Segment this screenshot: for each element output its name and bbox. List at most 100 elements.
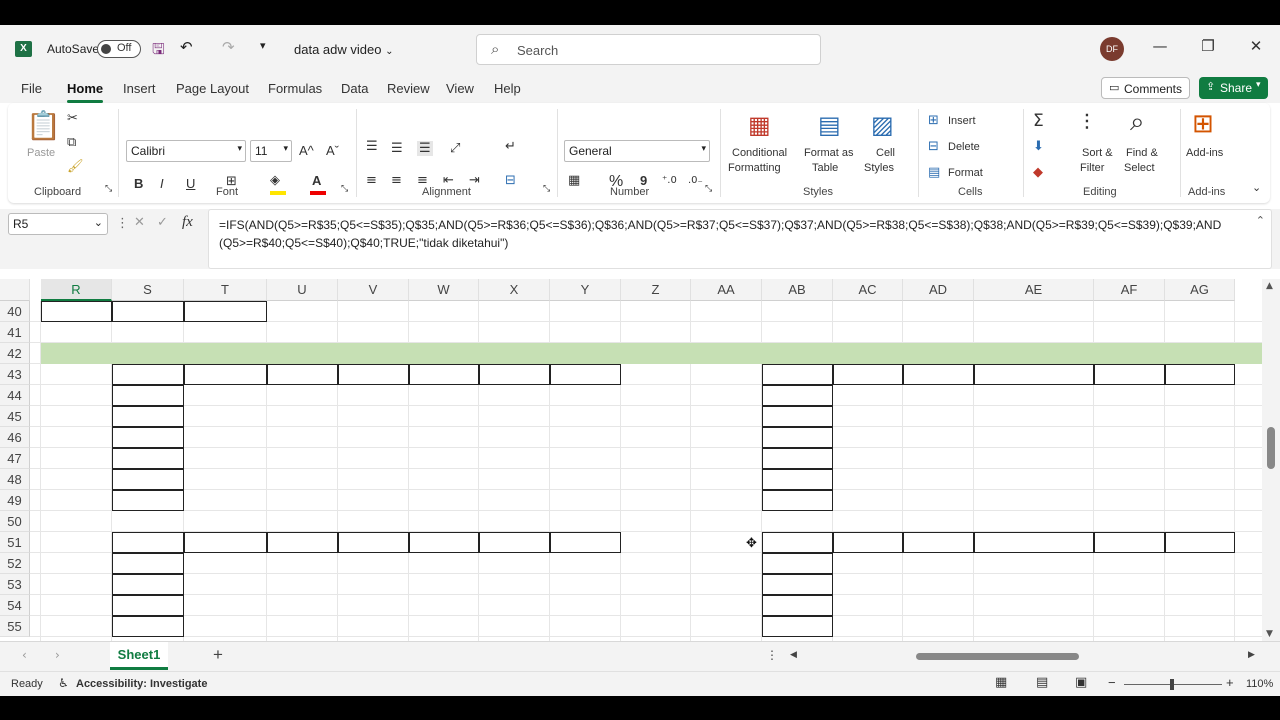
table-cell[interactable] [338,553,409,574]
table-header-cell[interactable] [1165,364,1235,385]
cancel-icon[interactable]: ✕ [134,215,145,230]
table-cell[interactable] [903,448,974,469]
number-format-dropdown[interactable]: General ▾ [564,140,710,162]
find-select-label[interactable]: Find & [1126,147,1158,159]
cell-q40[interactable] [30,301,41,322]
autosave-toggle[interactable]: Off [97,40,141,58]
table-cell[interactable] [833,490,903,511]
table-cell[interactable] [112,448,184,469]
cell-s40[interactable] [112,301,184,322]
table-cell[interactable] [338,469,409,490]
table-header-cell[interactable] [338,364,409,385]
increase-decimal-icon[interactable]: ⁺.0 [662,175,677,186]
table-cell[interactable] [1165,553,1235,574]
column-header-t[interactable]: T [184,279,267,301]
normal-view-icon[interactable]: ▦ [995,675,1007,690]
table-cell[interactable] [338,595,409,616]
cut-icon[interactable]: ✂ [67,111,78,126]
table-header-cell[interactable] [762,364,833,385]
scroll-up-icon[interactable]: ▲ [1266,281,1273,291]
cell-styles-label2[interactable]: Styles [864,162,894,174]
table-cell[interactable] [1165,469,1235,490]
table-cell[interactable] [1094,616,1165,637]
zoom-level[interactable]: 110% [1246,678,1273,690]
next-sheet-icon[interactable]: › [55,648,60,662]
table-cell[interactable] [267,616,338,637]
table-cell[interactable] [479,490,550,511]
table-cell[interactable] [1094,595,1165,616]
table-cell[interactable] [833,595,903,616]
paste-label[interactable]: Paste [27,147,55,159]
table-cell[interactable] [184,469,267,490]
table-header-cell[interactable] [903,532,974,553]
column-header-aa[interactable]: AA [691,279,762,301]
table-header-cell[interactable] [974,532,1094,553]
zoom-in-button[interactable]: + [1226,675,1234,690]
table-cell[interactable] [184,553,267,574]
align-top-icon[interactable]: ☰ [366,139,378,154]
overflow-cell[interactable] [1239,448,1262,469]
table-cell[interactable] [479,616,550,637]
table-cell[interactable] [409,553,479,574]
column-header-z[interactable]: Z [621,279,691,301]
table-cell[interactable] [184,385,267,406]
table-cell[interactable] [184,427,267,448]
column-header-r[interactable]: R [41,279,112,301]
row-header-50[interactable]: 50 [0,511,30,532]
table-cell[interactable] [112,385,184,406]
table-cell[interactable] [112,616,184,637]
worksheet-grid[interactable]: R S T U V W X Y Z AA AB AC AD AE AF AG 40 41 42 43 44 45 46 47 4… [0,279,1262,641]
table-cell[interactable] [1094,469,1165,490]
table-header-cell[interactable] [184,532,267,553]
scroll-down-icon[interactable]: ▼ [1266,629,1273,639]
row-header-40[interactable]: 40 [0,301,30,322]
conditional-formatting-label2[interactable]: Formatting [728,162,781,174]
row-header-41[interactable]: 41 [0,322,30,343]
table-cell[interactable] [409,490,479,511]
table-cell[interactable] [267,469,338,490]
decrease-decimal-icon[interactable]: .0₋ [688,175,703,186]
table-cell[interactable] [409,427,479,448]
table-cell[interactable] [974,490,1094,511]
sort-filter-icon[interactable]: ⫶ [1084,111,1090,136]
format-as-table-label[interactable]: Format as [804,147,854,159]
row-header-53[interactable]: 53 [0,574,30,595]
row-header-46[interactable]: 46 [0,427,30,448]
table-cell[interactable] [833,448,903,469]
table-cell[interactable] [184,574,267,595]
table-cell[interactable] [903,469,974,490]
table-cell[interactable] [833,574,903,595]
sort-filter-label[interactable]: Sort & [1082,147,1113,159]
table-cell[interactable] [762,406,833,427]
orientation-icon[interactable]: ⤢ [450,141,460,156]
tab-home[interactable]: Home [67,81,103,96]
table-cell[interactable] [112,490,184,511]
table-header-cell[interactable] [112,364,184,385]
scroll-left-icon[interactable]: ◀ [790,650,797,660]
collapse-formula-icon[interactable]: ⌃ [1256,214,1265,227]
paste-icon[interactable]: 📋 [26,109,61,142]
format-as-table-label2[interactable]: Table [812,162,838,174]
table-cell[interactable] [762,595,833,616]
table-cell[interactable] [974,553,1094,574]
table-cell[interactable] [903,490,974,511]
fill-color-icon[interactable]: ◈ [270,173,280,188]
more-icon[interactable]: ⋮ [766,648,778,662]
redo-icon[interactable]: ↷ [222,38,235,56]
table-cell[interactable] [409,574,479,595]
table-cell[interactable] [903,385,974,406]
more-icon[interactable]: ⋮ [116,216,129,231]
table-header-cell[interactable] [833,364,903,385]
horizontal-scrollbar[interactable]: ◀ ▶ [790,650,1260,662]
table-header-cell[interactable] [479,532,550,553]
merge-center-icon[interactable]: ⊟ [505,173,516,188]
table-cell[interactable] [550,448,621,469]
dialog-launcher-icon[interactable]: ⤡ [341,184,348,194]
collapse-ribbon-icon[interactable]: ⌄ [1252,181,1261,194]
table-cell[interactable] [762,427,833,448]
row-header-42[interactable]: 42 [0,343,30,364]
align-bottom-icon[interactable]: ☰ [417,141,433,156]
table-cell[interactable] [762,553,833,574]
table-header-cell[interactable] [974,364,1094,385]
table-cell[interactable] [267,595,338,616]
